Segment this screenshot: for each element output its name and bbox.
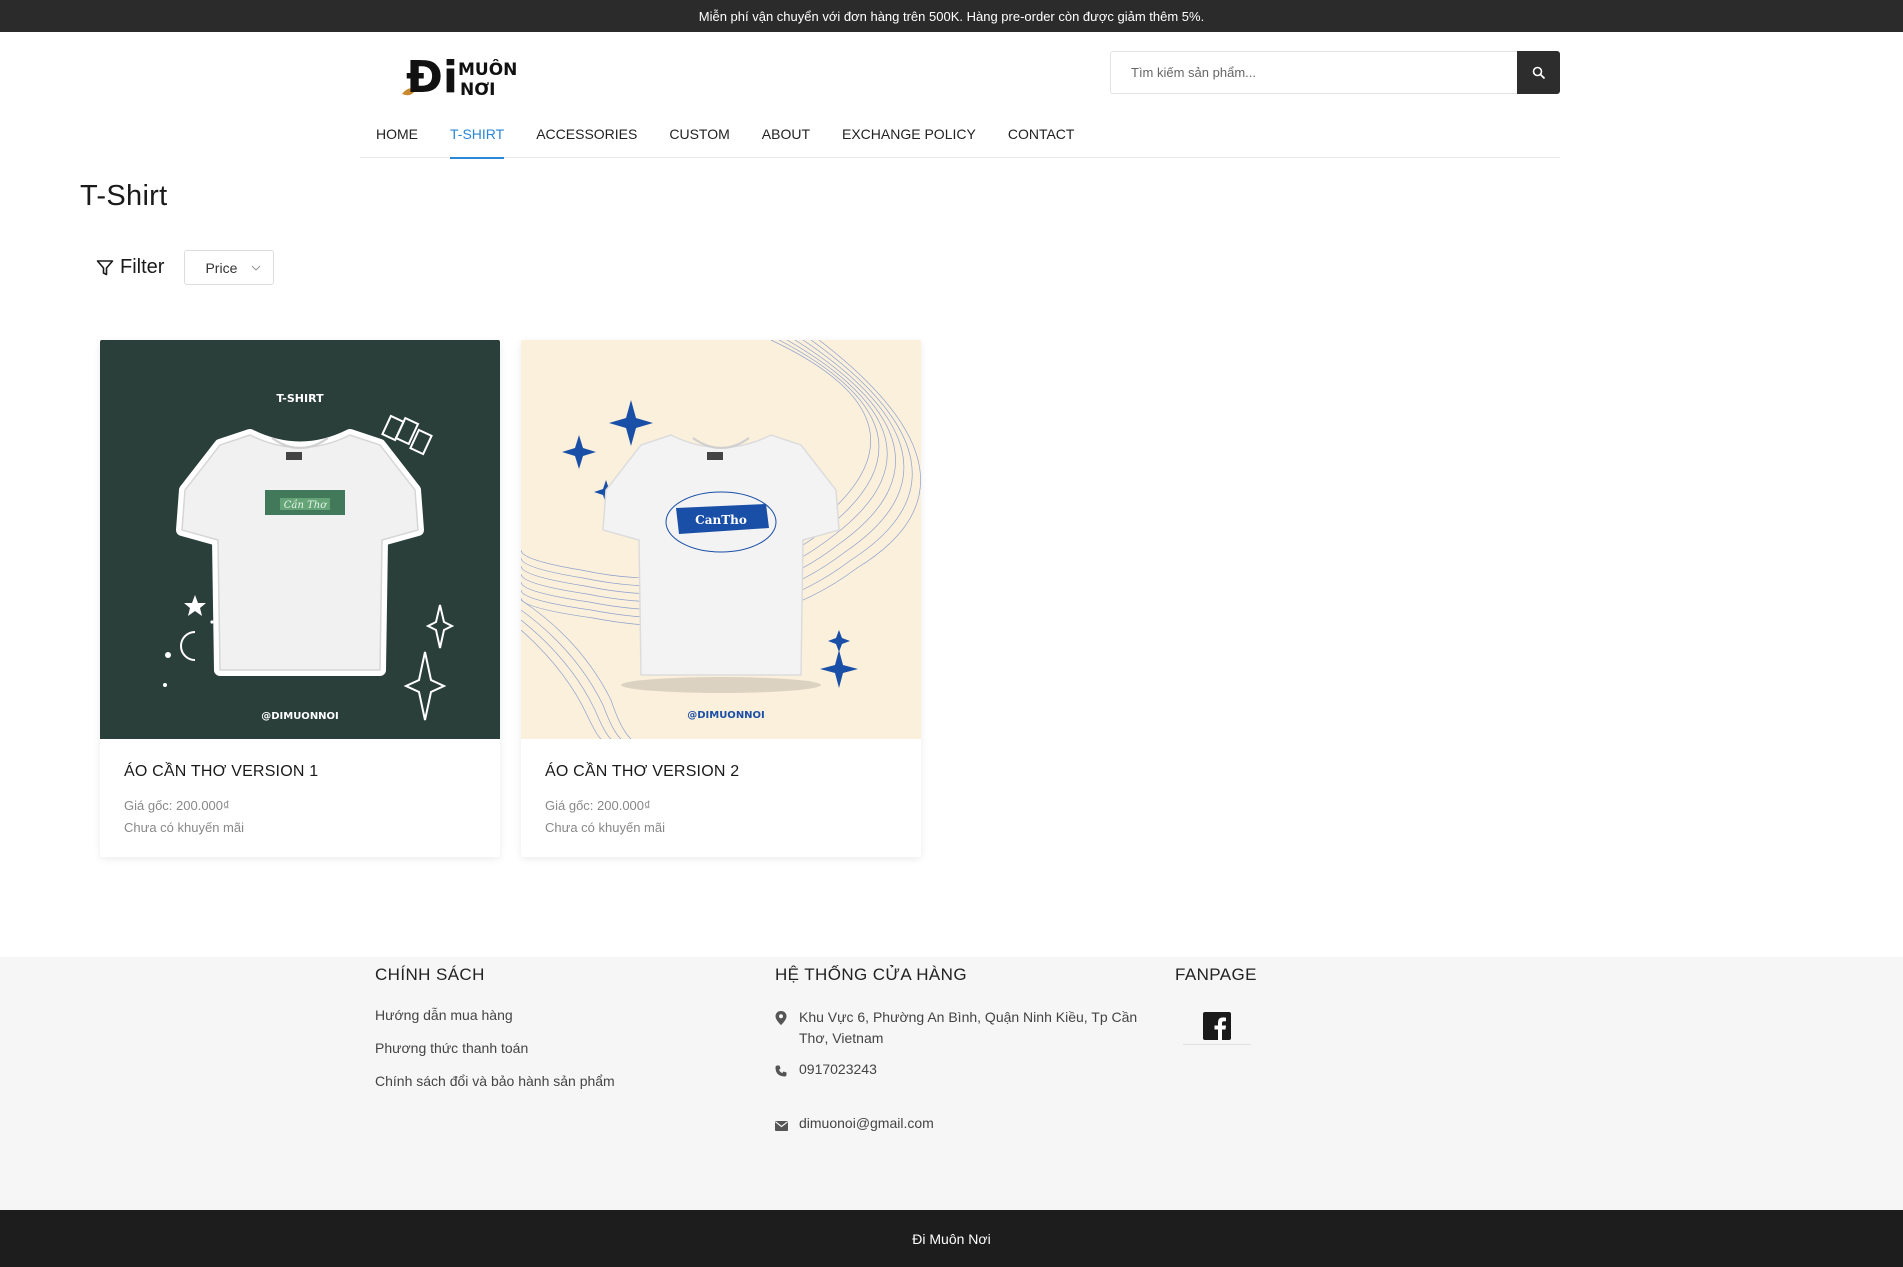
product-image[interactable]: CanTho @DIMUONNOI bbox=[521, 340, 921, 739]
store-email: dimuonoi@gmail.com bbox=[775, 1113, 1145, 1137]
site-header: Đi MUÔN NƠI HOME T-SHIRT ACCESSORIES CUS… bbox=[0, 32, 1903, 159]
svg-text:NƠI: NƠI bbox=[460, 80, 495, 100]
store-address: Khu Vực 6, Phường An Bình, Quận Ninh Kiề… bbox=[775, 1007, 1145, 1049]
announcement-text: Miễn phí vận chuyển với đơn hàng trên 50… bbox=[698, 8, 1205, 24]
facebook-icon bbox=[1203, 1011, 1231, 1040]
copyright-bar: Đi Muôn Nơi bbox=[0, 1210, 1903, 1267]
product-image[interactable]: T-SHIRT Cần Thơ @DIMUONNOI bbox=[100, 340, 500, 739]
price-dropdown-label: Price bbox=[205, 259, 238, 276]
nav-item-about[interactable]: ABOUT bbox=[746, 122, 826, 158]
nav-item-contact[interactable]: CONTACT bbox=[992, 122, 1091, 158]
nav-item-accessories[interactable]: ACCESSORIES bbox=[520, 122, 653, 158]
footer-policy-column: CHÍNH SÁCH Hướng dẫn mua hàng Phương thứ… bbox=[375, 965, 615, 1106]
page-title: T-Shirt bbox=[80, 180, 168, 212]
store-phone: 0917023243 bbox=[775, 1059, 1145, 1083]
tshirt-illustration: T-SHIRT Cần Thơ @DIMUONNOI bbox=[163, 392, 455, 722]
store-phone-text[interactable]: 0917023243 bbox=[799, 1059, 877, 1080]
nav-item-custom[interactable]: CUSTOM bbox=[653, 122, 745, 158]
footer-link-payment-methods[interactable]: Phương thức thanh toán bbox=[375, 1040, 615, 1056]
facebook-link[interactable] bbox=[1183, 1007, 1251, 1045]
product-name[interactable]: ÁO CẦN THƠ VERSION 1 bbox=[124, 763, 476, 781]
product-card[interactable]: CanTho @DIMUONNOI ÁO CẦN THƠ VERSION 2 G… bbox=[521, 340, 921, 857]
search-box bbox=[1110, 51, 1560, 94]
product-info: ÁO CẦN THƠ VERSION 2 Giá gốc: 200.000₫ C… bbox=[521, 739, 921, 839]
nav-item-exchange-policy[interactable]: EXCHANGE POLICY bbox=[826, 122, 992, 158]
svg-text:MUÔN: MUÔN bbox=[458, 58, 516, 80]
filter-icon bbox=[96, 259, 114, 275]
footer-link-purchase-guide[interactable]: Hướng dẫn mua hàng bbox=[375, 1007, 615, 1023]
svg-text:Cần Thơ: Cần Thơ bbox=[284, 499, 328, 511]
product-price: Giá gốc: 200.000₫ bbox=[124, 798, 230, 813]
product-name[interactable]: ÁO CẦN THƠ VERSION 2 bbox=[545, 763, 897, 781]
nav-item-t-shirt[interactable]: T-SHIRT bbox=[434, 122, 520, 159]
filter-text: Filter bbox=[120, 256, 165, 278]
svg-text:@DIMUONNOI: @DIMUONNOI bbox=[687, 710, 765, 721]
price-dropdown[interactable]: Price bbox=[184, 250, 275, 285]
announcement-bar: Miễn phí vận chuyển với đơn hàng trên 50… bbox=[0, 0, 1903, 32]
logo-icon: Đi MUÔN NƠI bbox=[402, 52, 517, 103]
copyright-text: Đi Muôn Nơi bbox=[912, 1230, 991, 1247]
location-pin-icon bbox=[775, 1007, 799, 1031]
footer-stores-title: HỆ THỐNG CỬA HÀNG bbox=[775, 965, 967, 984]
chevron-down-icon bbox=[252, 265, 261, 271]
search-icon bbox=[1532, 66, 1545, 79]
product-promo: Chưa có khuyến mãi bbox=[124, 820, 244, 835]
svg-text:Đi: Đi bbox=[406, 52, 458, 103]
tshirt-illustration: CanTho @DIMUONNOI bbox=[521, 340, 921, 739]
search-button[interactable] bbox=[1517, 51, 1560, 94]
product-promo: Chưa có khuyến mãi bbox=[545, 820, 665, 835]
filter-label[interactable]: Filter bbox=[96, 256, 164, 279]
product-grid: T-SHIRT Cần Thơ @DIMUONNOI ÁO CẦN THƠ VE… bbox=[100, 340, 921, 857]
footer-fanpage-title: FANPAGE bbox=[1175, 965, 1257, 984]
svg-text:T-SHIRT: T-SHIRT bbox=[276, 392, 324, 405]
filter-bar: Filter Price bbox=[96, 250, 275, 285]
site-footer: CHÍNH SÁCH Hướng dẫn mua hàng Phương thứ… bbox=[0, 957, 1903, 1210]
main-nav: HOME T-SHIRT ACCESSORIES CUSTOM ABOUT EX… bbox=[360, 122, 1560, 159]
phone-icon bbox=[775, 1059, 799, 1083]
footer-link-exchange-warranty[interactable]: Chính sách đổi và bảo hành sản phẩm bbox=[375, 1073, 615, 1089]
mail-icon bbox=[775, 1113, 799, 1137]
store-address-text: Khu Vực 6, Phường An Bình, Quận Ninh Kiề… bbox=[799, 1009, 1138, 1046]
footer-stores-column: HỆ THỐNG CỬA HÀNG Khu Vực 6, Phường An B… bbox=[775, 965, 1145, 1137]
svg-text:CanTho: CanTho bbox=[695, 513, 747, 527]
footer-fanpage-column: FANPAGE bbox=[1175, 965, 1257, 1045]
footer-policy-title: CHÍNH SÁCH bbox=[375, 965, 485, 984]
product-info: ÁO CẦN THƠ VERSION 1 Giá gốc: 200.000₫ C… bbox=[100, 739, 500, 839]
svg-text:@DIMUONNOI: @DIMUONNOI bbox=[261, 711, 339, 722]
product-price: Giá gốc: 200.000₫ bbox=[545, 798, 651, 813]
site-logo[interactable]: Đi MUÔN NƠI bbox=[398, 42, 517, 104]
product-card[interactable]: T-SHIRT Cần Thơ @DIMUONNOI ÁO CẦN THƠ VE… bbox=[100, 340, 500, 857]
search-input[interactable] bbox=[1110, 51, 1517, 94]
nav-item-home[interactable]: HOME bbox=[360, 122, 434, 158]
store-email-text[interactable]: dimuonoi@gmail.com bbox=[799, 1113, 934, 1134]
